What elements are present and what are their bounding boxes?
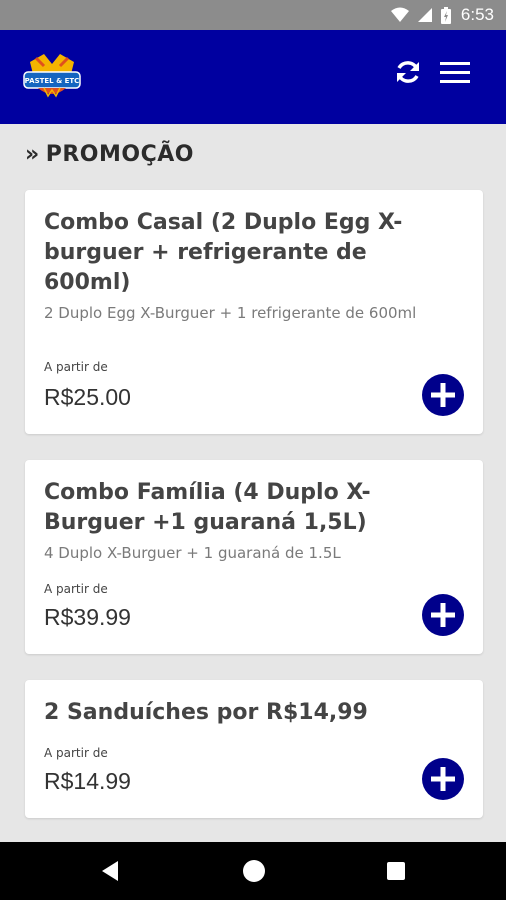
product-price: R$14.99 [44, 768, 131, 794]
product-description: 2 Duplo Egg X-Burguer + 1 refrigerante d… [44, 304, 417, 322]
add-to-cart-button[interactable] [422, 594, 464, 636]
recent-apps-icon[interactable] [387, 862, 405, 880]
product-price: R$25.00 [44, 384, 131, 410]
add-to-cart-button[interactable] [422, 758, 464, 800]
hamburger-menu-icon[interactable] [438, 57, 472, 87]
home-icon[interactable] [243, 860, 265, 882]
product-card[interactable]: Combo Família (4 Duplo X-Burguer +1 guar… [25, 460, 483, 654]
pastel-etc-logo[interactable]: PASTEL & ETC [22, 52, 82, 104]
chevron-double-right-icon: » [25, 142, 40, 167]
product-card[interactable]: 2 Sanduíches por R$14,99 A partir de R$1… [25, 680, 483, 818]
price-from-label: A partir de [44, 582, 108, 596]
back-icon[interactable] [100, 860, 120, 882]
add-to-cart-button[interactable] [422, 374, 464, 416]
product-title: 2 Sanduíches por R$14,99 [44, 700, 368, 725]
product-card[interactable]: Combo Casal (2 Duplo Egg X-burguer + ref… [25, 190, 483, 434]
refresh-icon[interactable] [393, 57, 423, 87]
product-title: Combo Família (4 Duplo X-Burguer +1 guar… [44, 480, 371, 535]
price-from-label: A partir de [44, 360, 108, 374]
wifi-icon [390, 7, 409, 22]
product-title: Combo Casal (2 Duplo Egg X-burguer + ref… [44, 210, 403, 295]
status-bar: 6:53 [0, 0, 506, 30]
signal-icon [417, 8, 432, 22]
product-price: R$39.99 [44, 604, 131, 630]
section-title: » PROMOÇÃO [25, 142, 194, 167]
price-from-label: A partir de [44, 746, 108, 760]
svg-text:PASTEL & ETC: PASTEL & ETC [25, 77, 80, 85]
section-title-label: PROMOÇÃO [45, 142, 194, 167]
app-bar: PASTEL & ETC [0, 30, 506, 124]
battery-icon [440, 6, 451, 24]
product-description: 4 Duplo X-Burguer + 1 guaraná de 1.5L [44, 544, 341, 562]
clock: 6:53 [460, 5, 494, 24]
